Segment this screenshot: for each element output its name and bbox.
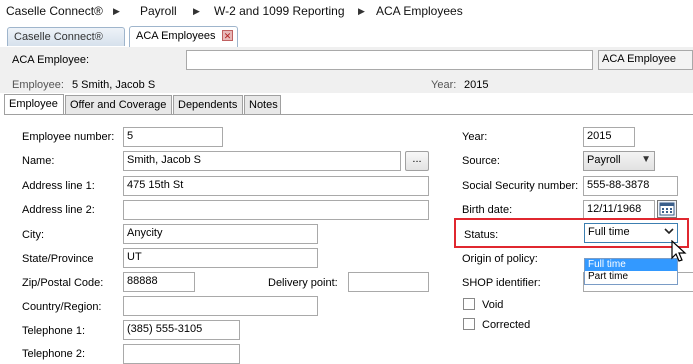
tab-label: ACA Employees [136, 30, 216, 42]
origin-of-policy-label: Origin of policy: [462, 253, 538, 265]
source-label: Source: [462, 155, 500, 167]
status-option-full-time[interactable]: Full time [585, 259, 677, 271]
name-lookup-button[interactable]: ... [405, 151, 429, 171]
employee-label: Employee: [12, 79, 64, 91]
chevron-right-icon: ▶ [113, 6, 120, 16]
employee-number-label: Employee number: [22, 131, 115, 143]
address-line-2-input[interactable] [123, 200, 429, 220]
employee-number-input[interactable]: 5 [123, 127, 223, 147]
source-select[interactable]: Payroll ▼ [583, 151, 655, 171]
employee-value: 5 Smith, Jacob S [72, 79, 156, 91]
tab-label: Offer and Coverage [70, 99, 167, 111]
ssn-label: Social Security number: [462, 180, 579, 192]
tab-label: Caselle Connect® [14, 31, 103, 43]
breadcrumb-item-w2[interactable]: W-2 and 1099 Reporting [214, 4, 345, 18]
close-icon[interactable]: ✕ [222, 30, 233, 41]
status-dropdown-list[interactable]: Full time Part time [584, 258, 678, 285]
aca-employee-lookup[interactable]: ACA Employee [598, 50, 693, 70]
delivery-point-label: Delivery point: [268, 277, 338, 289]
tab-offer-and-coverage[interactable]: Offer and Coverage [65, 95, 172, 114]
source-value: Payroll [587, 154, 621, 166]
address-line-2-label: Address line 2: [22, 204, 95, 216]
aca-employee-input[interactable] [186, 50, 593, 70]
corrected-checkbox[interactable] [463, 318, 475, 330]
void-checkbox[interactable] [463, 298, 475, 310]
shop-identifier-label: SHOP identifier: [462, 277, 541, 289]
breadcrumb-item-aca[interactable]: ACA Employees [376, 4, 463, 18]
state-input[interactable]: UT [123, 248, 318, 268]
country-label: Country/Region: [22, 301, 102, 313]
zip-label: Zip/Postal Code: [22, 277, 104, 289]
state-label: State/Province [22, 253, 94, 265]
aca-employee-label: ACA Employee: [12, 54, 90, 66]
telephone-1-input[interactable]: (385) 555-3105 [123, 320, 240, 340]
telephone-1-label: Telephone 1: [22, 325, 85, 337]
city-input[interactable]: Anycity [123, 224, 318, 244]
tab-employee[interactable]: Employee [4, 94, 64, 115]
name-label: Name: [22, 155, 55, 167]
void-label: Void [482, 299, 504, 311]
zip-input[interactable]: 88888 [123, 272, 195, 292]
tab-caselle-connect[interactable]: Caselle Connect® [7, 27, 125, 46]
tab-label: Notes [249, 99, 278, 111]
breadcrumb: Caselle Connect® ▶ Payroll ▶ W-2 and 109… [0, 0, 693, 22]
tab-notes[interactable]: Notes [244, 95, 281, 114]
corrected-label: Corrected [482, 319, 531, 331]
year-field-label: Year: [462, 131, 488, 143]
address-line-1-label: Address line 1: [22, 180, 95, 192]
status-option-part-time[interactable]: Part time [585, 271, 677, 283]
calendar-icon[interactable] [657, 200, 677, 218]
tab-label: Dependents [178, 99, 238, 111]
chevron-right-icon: ▶ [358, 6, 365, 16]
tab-dependents[interactable]: Dependents [173, 95, 243, 114]
address-line-1-input[interactable]: 475 15th St [123, 176, 429, 196]
tab-label: Employee [9, 98, 58, 110]
country-input[interactable] [123, 296, 318, 316]
chevron-right-icon: ▶ [193, 6, 200, 16]
year-label: Year: [431, 79, 457, 91]
birth-date-input[interactable]: 12/11/1968 [583, 200, 655, 220]
name-input[interactable]: Smith, Jacob S [123, 151, 401, 171]
city-label: City: [22, 229, 44, 241]
ssn-input[interactable]: 555-88-3878 [583, 176, 678, 196]
delivery-point-input[interactable] [348, 272, 429, 292]
telephone-2-input[interactable] [123, 344, 240, 364]
breadcrumb-item-home[interactable]: Caselle Connect® [6, 4, 103, 18]
breadcrumb-item-payroll[interactable]: Payroll [140, 4, 177, 18]
status-highlight [454, 218, 689, 248]
tab-aca-employees[interactable]: ACA Employees ✕ [129, 26, 238, 47]
year-value: 2015 [464, 79, 489, 91]
year-input[interactable]: 2015 [583, 127, 635, 147]
birth-date-label: Birth date: [462, 204, 513, 216]
telephone-2-label: Telephone 2: [22, 348, 85, 360]
mouse-cursor-icon [671, 239, 687, 267]
chevron-down-icon: ▼ [641, 154, 651, 165]
